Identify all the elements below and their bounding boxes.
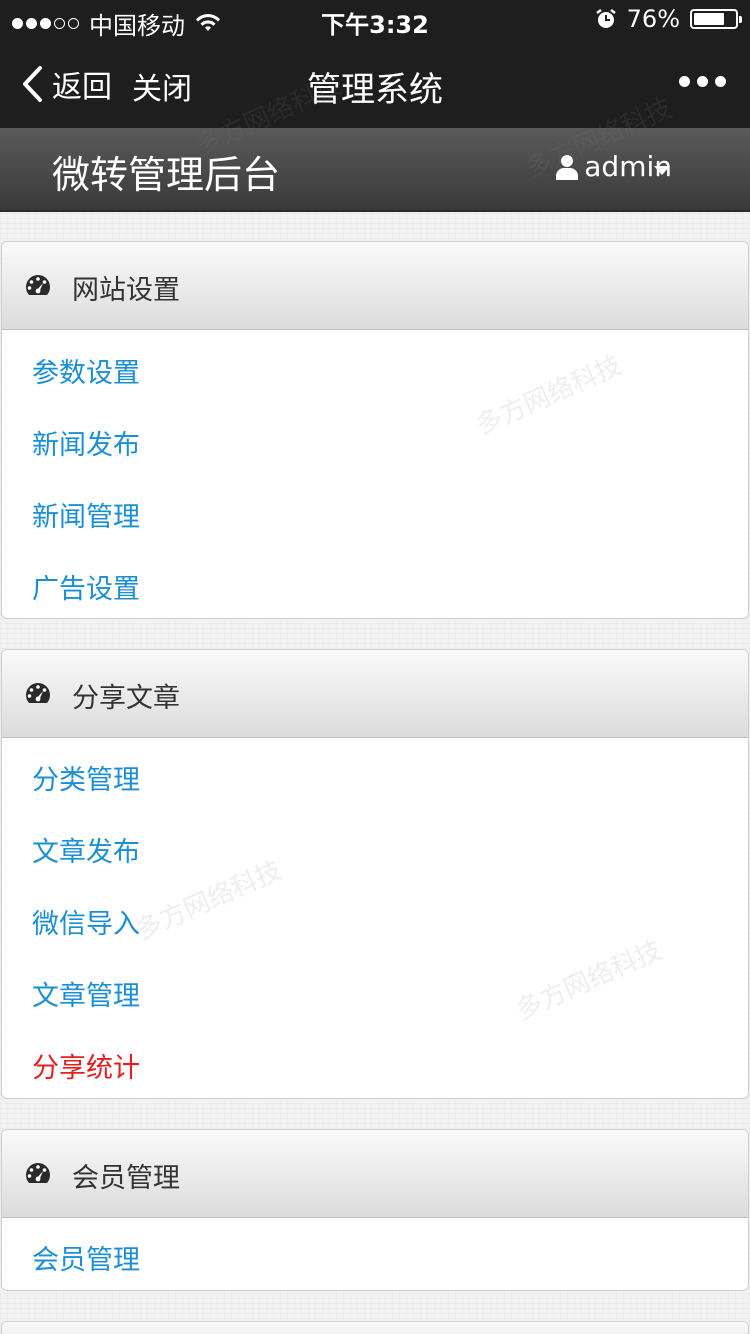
panel-title: 网站设置 (72, 275, 180, 306)
menu-item-category-manage[interactable]: 分类管理 (32, 758, 140, 797)
menu-item-news-publish[interactable]: 新闻发布 (32, 423, 140, 462)
menu-item-param-settings[interactable]: 参数设置 (32, 351, 140, 390)
more-dot (697, 76, 708, 87)
battery-fill (694, 13, 724, 25)
caret-down-icon[interactable] (654, 166, 670, 175)
status-bar: 中国移动 下午3:32 76% (0, 0, 750, 40)
nav-bar: 返回 关闭 管理系统 (0, 40, 750, 128)
status-right: 76% (595, 5, 742, 33)
panel-header[interactable]: 会员管理 (2, 1130, 748, 1218)
menu-item-ad-settings[interactable]: 广告设置 (32, 567, 140, 606)
dashboard-icon (25, 1163, 51, 1183)
panel-header[interactable] (2, 1322, 748, 1334)
more-dot (715, 76, 726, 87)
panel-header[interactable]: 分享文章 (2, 650, 748, 738)
battery-percentage: 76% (626, 5, 680, 33)
more-dot (679, 76, 690, 87)
dashboard-icon (25, 275, 51, 295)
panel-website-settings: 网站设置 参数设置 新闻发布 新闻管理 广告设置 (1, 241, 749, 619)
more-button[interactable] (679, 76, 726, 87)
dashboard-icon (25, 683, 51, 703)
alarm-icon (595, 9, 616, 28)
panel-partial (1, 1321, 749, 1334)
menu-item-member-manage[interactable]: 会员管理 (32, 1238, 140, 1277)
admin-title: 微转管理后台 (52, 153, 281, 197)
panel-member-manage: 会员管理 会员管理 (1, 1129, 749, 1291)
panel-header[interactable]: 网站设置 (2, 242, 748, 330)
menu-item-share-stats[interactable]: 分享统计 (32, 1046, 140, 1085)
battery-icon (690, 9, 742, 29)
menu-item-article-manage[interactable]: 文章管理 (32, 974, 140, 1013)
panel-title: 分享文章 (72, 683, 180, 714)
user-icon (556, 154, 579, 180)
panel-title: 会员管理 (72, 1163, 180, 1194)
admin-header: 微转管理后台 admin (0, 128, 750, 212)
page-title: 管理系统 (307, 70, 443, 110)
menu-item-wechat-import[interactable]: 微信导入 (32, 902, 140, 941)
menu-item-news-manage[interactable]: 新闻管理 (32, 495, 140, 534)
menu-item-article-publish[interactable]: 文章发布 (32, 830, 140, 869)
panel-share-articles: 分享文章 分类管理 文章发布 微信导入 文章管理 分享统计 (1, 649, 749, 1099)
